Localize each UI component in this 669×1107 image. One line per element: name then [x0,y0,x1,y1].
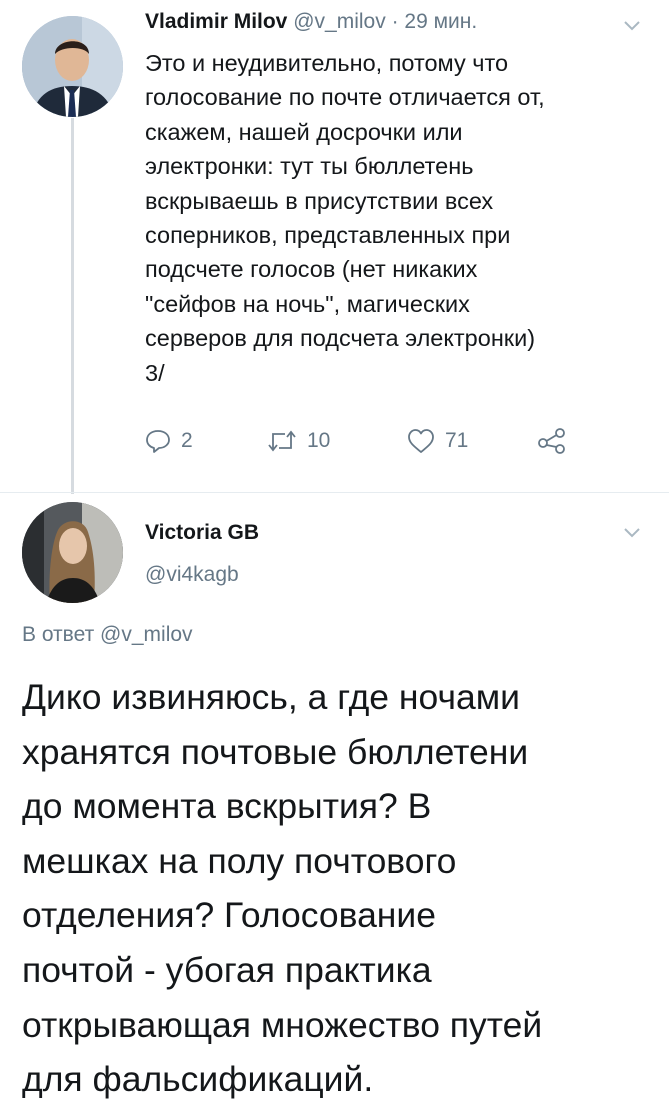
tweet-text-line: "сейфов на ночь", магических [145,290,470,317]
retweet-button[interactable]: 10 [267,424,330,458]
chevron-down-icon[interactable] [623,20,641,32]
tweet-text-line: 3/ [145,359,165,386]
tweet-text-line: Дико извиняюсь, а где ночами [22,677,520,717]
tweet-text-line: отделения? Голосование [22,895,436,936]
avatar-portrait-woman [22,502,123,603]
tweet-text-line: скажем, нашей досрочки или [145,118,463,145]
tweet-divider [0,492,669,493]
tweet-text-line: Это и неудивительно, потому что [145,50,509,76]
tweet-text-line: до момента вскрытия? В [22,786,432,827]
tweet-text-line: открывающая множество путей [22,1004,543,1045]
share-button[interactable] [537,424,567,458]
timestamp[interactable]: 29 мин. [404,10,477,33]
tweet-text-line: почтой - убогая практика [22,949,432,990]
tweet-vladimir-milov[interactable]: Vladimir Milov @v_milov · 29 мин. Это и … [0,0,669,494]
tweet-text-line: хранятся почтовые бюллетени [22,731,529,772]
tweet-text-line: для фальсификаций. [22,1059,374,1100]
tweet-text: Это и неудивительно, потому что голосова… [145,46,645,390]
author-handle[interactable]: @v_milov [293,10,386,33]
tweet-text-line: соперников, представленных при [145,222,511,249]
share-icon [538,428,565,454]
header-separator: · [385,10,405,33]
reply-count: 2 [181,429,193,452]
tweet-text-line: вскрываешь в присутствии всех [145,187,494,214]
avatar[interactable] [22,16,123,117]
tweet-text-line: подсчете голосов (нет никаких [145,256,478,283]
tweet-actions: 2 10 71 [145,424,605,458]
like-count: 71 [445,429,469,452]
avatar-portrait-man [22,16,123,117]
reply-prefix: В ответ [22,623,101,646]
reply-context: В ответ @v_milov [22,623,193,647]
tweet-text: Дико извиняюсь, а где ночами хранятся по… [22,670,662,1107]
author-handle[interactable]: @vi4kagb [145,563,239,587]
retweet-count: 10 [307,429,331,452]
reply-button[interactable]: 2 [145,424,193,458]
heart-icon [408,429,434,453]
tweet-text-line: серверов для подсчета электронки) [145,325,536,352]
reply-icon [146,430,170,453]
author-name[interactable]: Victoria GB [145,521,259,545]
author-name[interactable]: Vladimir Milov [145,10,287,33]
avatar[interactable] [22,502,123,603]
tweet-text-line: голосование по почте отличается от, [145,84,545,111]
chevron-down-icon[interactable] [623,527,641,539]
tweet-text-line: мешках на полу почтового [22,840,457,881]
retweet-icon [268,430,296,452]
like-button[interactable]: 71 [407,424,468,458]
tweet-text-line: электронки: тут ты бюллетень [145,153,474,180]
tweet-header: Vladimir Milov @v_milov · 29 мин. [145,10,477,34]
reply-handle-link[interactable]: @v_milov [100,623,193,646]
